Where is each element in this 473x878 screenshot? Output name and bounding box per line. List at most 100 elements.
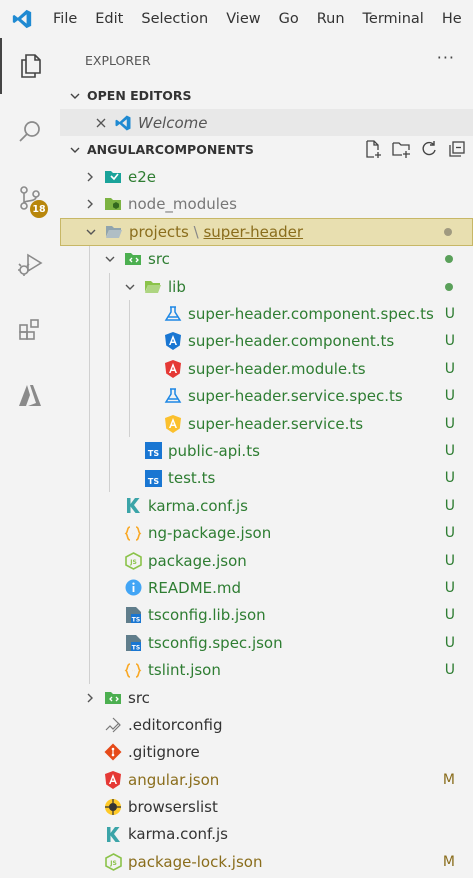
explorer-activity-icon[interactable] [0, 38, 60, 94]
tree-item-name: package-lock.json [128, 852, 263, 871]
tree-item[interactable]: karma.conf.js U [60, 492, 473, 519]
tree-item[interactable]: angular.json M [60, 766, 473, 793]
source-control-activity-icon[interactable]: 18 [0, 170, 60, 226]
vscode-welcome-icon [114, 114, 132, 132]
run-debug-activity-icon[interactable] [0, 236, 60, 292]
svg-text:TS: TS [131, 617, 139, 624]
workspace-label: ANGULARCOMPONENTS [87, 142, 254, 158]
tree-item-name: ng-package.json [148, 524, 272, 543]
more-actions-icon[interactable]: ··· [437, 48, 455, 67]
tree-item[interactable]: src [60, 246, 473, 273]
git-status-badge: U [444, 442, 455, 459]
open-editors-header[interactable]: OPEN EDITORS [60, 82, 473, 109]
extensions-activity-icon[interactable] [0, 302, 60, 358]
menu-item-file[interactable]: File [44, 11, 86, 27]
tree-item[interactable]: TS test.ts U [60, 465, 473, 492]
tree-item[interactable]: tslint.json U [60, 656, 473, 683]
tree-item[interactable]: README.md U [60, 574, 473, 601]
menu-item-terminal[interactable]: Terminal [354, 11, 433, 27]
typescript-icon: TS [144, 469, 162, 487]
tree-item[interactable]: e2e [60, 163, 473, 190]
git-status-badge: M [442, 771, 455, 788]
tree-item[interactable]: super-header.component.spec.ts U [60, 300, 473, 327]
tree-item[interactable]: JS package-lock.json M [60, 848, 473, 875]
tree-item-name: src [128, 688, 150, 707]
menu-item-he[interactable]: He [433, 11, 471, 27]
chevron-down-icon[interactable] [102, 251, 118, 267]
git-status-dot [444, 227, 452, 236]
menu-item-view[interactable]: View [217, 11, 269, 27]
chevron-down-icon[interactable] [122, 279, 138, 295]
angular-module-icon [164, 359, 182, 378]
open-editor-item[interactable]: Welcome [60, 109, 473, 137]
explorer-title-bar: EXPLORER ··· [60, 38, 473, 82]
tree-item[interactable]: TS tsconfig.spec.json U [60, 629, 473, 656]
source-control-badge: 18 [30, 200, 48, 218]
search-activity-icon[interactable] [0, 104, 60, 160]
tree-item-name: .editorconfig [128, 715, 223, 734]
tree-item[interactable]: super-header.service.ts U [60, 410, 473, 437]
chevron-right-icon[interactable] [82, 690, 98, 706]
git-status-badge: U [444, 525, 455, 542]
tree-item-name: lib [168, 277, 186, 296]
chevron-down-icon [63, 144, 87, 156]
indent-guide [129, 300, 130, 438]
tsconfig-icon: TS [124, 606, 142, 624]
tree-item[interactable]: JS package.json U [60, 547, 473, 574]
tree-item[interactable]: super-header.module.ts U [60, 355, 473, 382]
tree-item-subfolder-name[interactable]: super-header [203, 223, 303, 241]
typescript-icon: TS [144, 442, 162, 460]
tree-item[interactable]: karma.conf.js [60, 821, 473, 848]
open-editor-name: Welcome [138, 113, 208, 132]
tree-item[interactable]: TS tsconfig.lib.json U [60, 602, 473, 629]
test-flask-icon [164, 305, 182, 323]
tree-item[interactable]: node_modules [60, 191, 473, 218]
chevron-down-icon[interactable] [83, 224, 99, 240]
azure-activity-icon[interactable] [0, 368, 60, 424]
indent-guide [89, 245, 90, 684]
tree-item-name: browserslist [128, 798, 218, 817]
menu-item-run[interactable]: Run [308, 11, 354, 27]
tree-item-name: projects [129, 222, 189, 241]
tree-item-name: angular.json [128, 770, 220, 789]
tsconfig-icon: TS [124, 634, 142, 652]
collapse-all-icon[interactable] [447, 139, 467, 162]
tree-item[interactable]: .editorconfig [60, 711, 473, 738]
tree-item[interactable]: super-header.service.spec.ts U [60, 383, 473, 410]
tree-item[interactable]: lib [60, 273, 473, 300]
git-status-badge: U [444, 552, 455, 569]
tree-item[interactable]: browserslist [60, 793, 473, 820]
tree-item-name: tsconfig.lib.json [148, 606, 266, 625]
git-status-badge: U [444, 470, 455, 487]
activity-bar: 18 [0, 38, 60, 878]
git-status-badge: U [444, 388, 455, 405]
tree-item[interactable]: ng-package.json U [60, 519, 473, 546]
chevron-right-icon[interactable] [82, 196, 98, 212]
svg-text:TS: TS [147, 477, 158, 486]
git-status-badge: U [444, 306, 455, 323]
open-editors-label: OPEN EDITORS [87, 88, 192, 103]
tree-item[interactable]: .gitignore [60, 739, 473, 766]
tree-item-name: node_modules [128, 195, 237, 214]
menu-item-go[interactable]: Go [270, 11, 308, 27]
tree-item[interactable]: src [60, 684, 473, 711]
chevron-right-icon[interactable] [82, 169, 98, 185]
info-icon [124, 579, 142, 597]
new-folder-icon[interactable] [391, 139, 411, 162]
menu-item-edit[interactable]: Edit [86, 11, 132, 27]
git-status-badge: U [444, 607, 455, 624]
menu-item-selection[interactable]: Selection [132, 11, 217, 27]
new-file-icon[interactable] [363, 139, 383, 162]
folder-lib-icon [144, 278, 162, 296]
workspace-actions [363, 139, 467, 162]
angular-icon [104, 770, 122, 789]
workspace-header[interactable]: ANGULARCOMPONENTS [60, 136, 473, 163]
browserslist-icon [104, 798, 122, 816]
close-icon[interactable] [92, 114, 110, 132]
git-status-badge: U [444, 360, 455, 377]
refresh-icon[interactable] [419, 139, 439, 162]
tree-item[interactable]: projects \ super-header [60, 218, 473, 246]
tree-item[interactable]: super-header.component.ts U [60, 328, 473, 355]
explorer-sidebar: EXPLORER ··· OPEN EDITORS Welcome ANGULA… [60, 38, 473, 878]
tree-item[interactable]: TS public-api.ts U [60, 437, 473, 464]
